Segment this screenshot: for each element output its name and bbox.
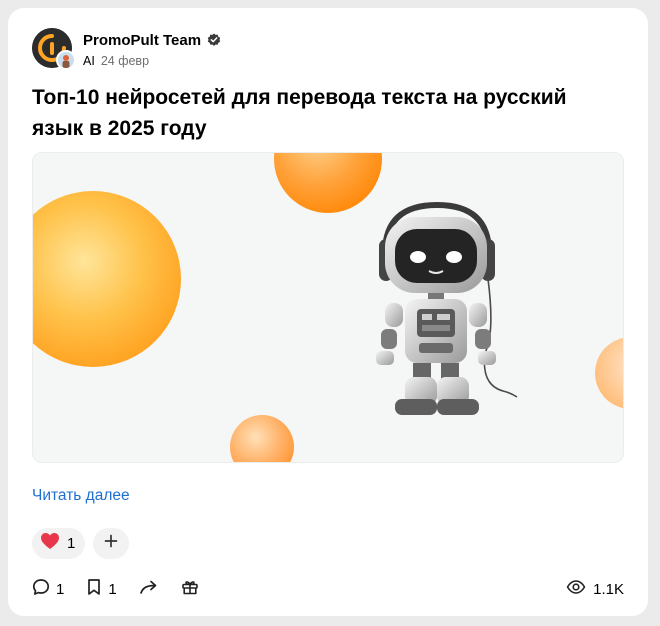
plus-icon — [104, 534, 118, 553]
gift-button[interactable] — [181, 578, 199, 601]
views-counter: 1.1K — [566, 579, 624, 600]
author-meta: PromoPult Team AI 24 февр — [83, 28, 221, 72]
cover-image[interactable] — [32, 152, 624, 463]
comments-button[interactable]: 1 — [32, 578, 64, 601]
robot-with-headphones-illustration — [33, 153, 623, 462]
bookmark-button[interactable]: 1 — [86, 578, 117, 601]
reaction-heart[interactable]: 1 — [32, 528, 86, 559]
post-date: 24 февр — [100, 54, 150, 68]
author-name[interactable]: PromoPult Team — [83, 32, 201, 49]
heart-icon — [40, 532, 60, 555]
share-arrow-icon — [139, 578, 159, 601]
views-count: 1.1K — [593, 580, 624, 598]
bookmark-icon — [86, 578, 102, 601]
read-more-link[interactable]: Читать далее — [32, 487, 130, 505]
author-avatar[interactable] — [32, 28, 76, 70]
comment-icon — [32, 578, 50, 601]
post-header: PromoPult Team AI 24 февр — [32, 28, 221, 72]
add-reaction-button[interactable] — [93, 528, 130, 559]
gift-icon — [181, 578, 199, 601]
channel-avatar — [56, 50, 76, 70]
comments-count: 1 — [56, 580, 65, 598]
post-title[interactable]: Топ-10 нейросетей для перевода текста на… — [32, 82, 612, 144]
post-card: PromoPult Team AI 24 февр Топ-10 нейросе… — [8, 8, 648, 616]
eye-icon — [566, 579, 586, 600]
channel-label[interactable]: AI — [83, 54, 95, 68]
post-footer: 1 1 1.1K — [32, 578, 624, 600]
bookmarks-count: 1 — [108, 580, 117, 598]
share-button[interactable] — [139, 578, 159, 601]
verified-check-icon — [207, 33, 221, 47]
reaction-count: 1 — [67, 535, 76, 552]
reactions-bar: 1 — [32, 528, 130, 559]
